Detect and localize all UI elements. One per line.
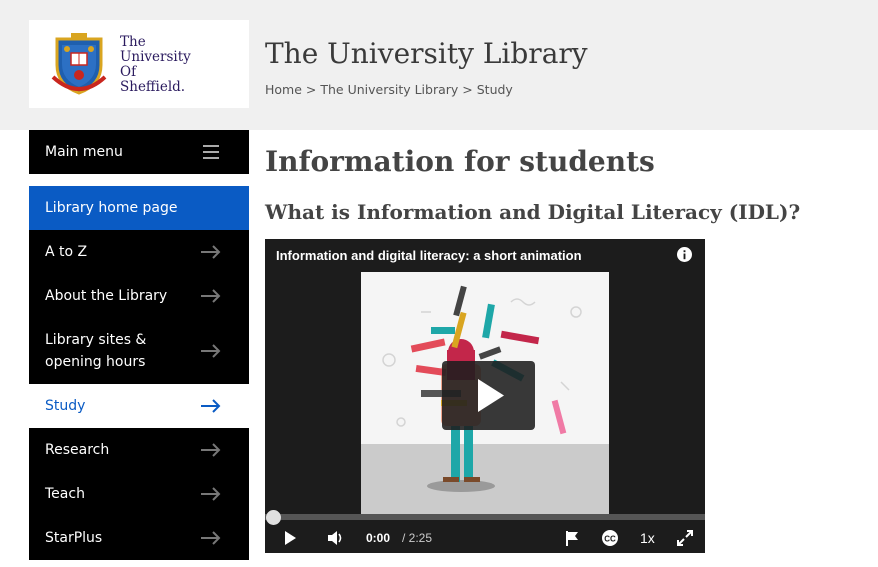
logo-line-3: Of	[120, 64, 137, 80]
arrow-right-icon	[201, 245, 221, 259]
arrow-right-icon	[201, 399, 221, 413]
breadcrumb-separator: >	[458, 82, 477, 97]
sidebar-item-a-to-z[interactable]: A to Z	[29, 230, 249, 274]
arrow-right-icon	[201, 344, 221, 358]
sidebar-item-label: Study	[45, 398, 86, 414]
video-player[interactable]: Information and digital literacy: a shor…	[265, 239, 705, 553]
svg-text:CC: CC	[604, 535, 616, 544]
breadcrumb-separator: >	[301, 82, 321, 97]
play-icon	[478, 379, 504, 412]
closed-captions-icon[interactable]: CC	[601, 530, 619, 546]
play-icon[interactable]	[283, 530, 297, 546]
sidebar-item-label: Teach	[45, 486, 85, 502]
progress-bar[interactable]	[265, 514, 705, 520]
arrow-right-icon	[201, 443, 221, 457]
arrow-right-icon	[201, 531, 221, 545]
arrow-right-icon	[201, 289, 221, 303]
sidebar-item-starplus[interactable]: StarPlus	[29, 516, 249, 560]
breadcrumb-current: Study	[476, 82, 513, 97]
current-time: 0:00	[366, 531, 391, 545]
video-controls: 0:00 / 2:25 CC 1x	[265, 523, 705, 553]
volume-icon[interactable]	[327, 530, 345, 546]
play-overlay-button[interactable]	[442, 361, 535, 430]
sidebar-item-label: StarPlus	[45, 530, 103, 546]
playback-speed-button[interactable]: 1x	[640, 530, 655, 546]
sidebar-item-label: A to Z	[45, 244, 88, 260]
crest-icon	[51, 33, 107, 95]
main-menu-toggle[interactable]: Main menu	[29, 130, 249, 174]
sidebar-item-library-home[interactable]: Library home page	[29, 186, 249, 230]
site-title[interactable]: The University Library	[265, 37, 588, 70]
duration: / 2:25	[402, 531, 433, 545]
sidebar-item-teach[interactable]: Teach	[29, 472, 249, 516]
page-title: Information for students	[265, 145, 655, 178]
university-logo[interactable]: The University Of Sheffield.	[29, 20, 249, 108]
sidebar-nav: Main menu Library home page A to Z About…	[29, 130, 249, 560]
video-title[interactable]: Information and digital literacy: a shor…	[276, 248, 582, 263]
logo-wordmark: The University Of Sheffield.	[120, 35, 191, 95]
sidebar-item-sites-hours[interactable]: Library sites & opening hours	[29, 318, 249, 384]
info-icon[interactable]	[677, 247, 692, 262]
logo-line-4: Sheffield.	[120, 79, 186, 95]
logo-line-2: University	[120, 49, 191, 65]
breadcrumb-home[interactable]: Home	[265, 82, 302, 97]
sidebar-item-label: Library sites & opening hours	[45, 332, 147, 370]
sidebar-item-research[interactable]: Research	[29, 428, 249, 472]
breadcrumb-library[interactable]: The University Library	[320, 82, 458, 97]
sidebar-item-label: Research	[45, 442, 110, 458]
flag-icon[interactable]	[564, 530, 580, 546]
main-menu-label: Main menu	[45, 144, 123, 160]
logo-line-1: The	[120, 34, 146, 50]
fullscreen-icon[interactable]	[677, 530, 693, 546]
sidebar-item-label: About the Library	[45, 288, 168, 304]
breadcrumb: Home > The University Library > Study	[265, 82, 513, 97]
sidebar-item-about[interactable]: About the Library	[29, 274, 249, 318]
sidebar-item-study[interactable]: Study	[29, 384, 249, 428]
sidebar-item-label: Library home page	[45, 200, 178, 216]
hamburger-icon	[203, 145, 219, 159]
arrow-right-icon	[201, 487, 221, 501]
section-heading: What is Information and Digital Literacy…	[265, 200, 801, 224]
